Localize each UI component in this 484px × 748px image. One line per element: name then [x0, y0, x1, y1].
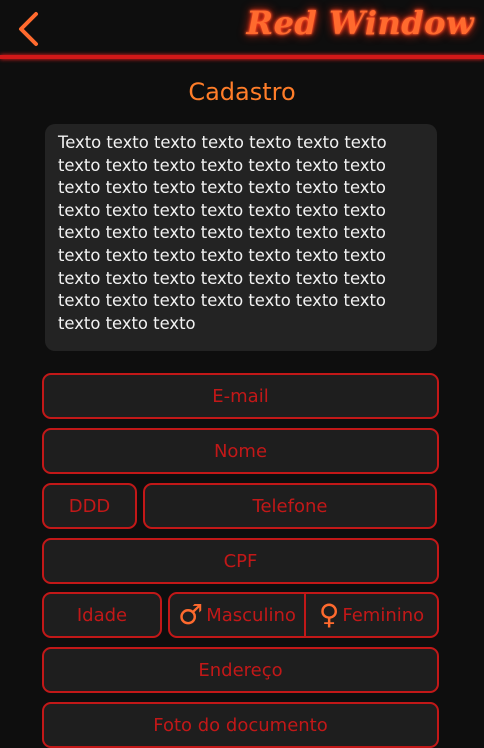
cpf-field[interactable]: CPF	[42, 538, 439, 584]
address-placeholder: Endereço	[198, 659, 283, 681]
ddd-placeholder: DDD	[68, 495, 111, 517]
gender-female-label: Feminino	[342, 604, 425, 626]
brand-logo: Red Window	[246, 4, 474, 42]
gender-male-label: Masculino	[206, 604, 296, 626]
email-field[interactable]: E-mail	[42, 373, 439, 419]
male-icon: ♂	[178, 598, 204, 631]
header-divider	[0, 55, 484, 59]
female-icon: ♀	[318, 598, 340, 631]
gender-selector: ♂ Masculino ♀ Feminino	[168, 592, 439, 638]
cpf-placeholder: CPF	[223, 550, 258, 572]
chevron-left-icon	[19, 12, 38, 46]
name-field[interactable]: Nome	[42, 428, 439, 474]
name-placeholder: Nome	[213, 440, 268, 462]
phone-field[interactable]: Telefone	[143, 483, 437, 529]
age-field[interactable]: Idade	[42, 592, 162, 638]
ddd-field[interactable]: DDD	[42, 483, 137, 529]
info-text-box: Texto texto texto texto texto texto text…	[45, 124, 437, 351]
gender-female-option[interactable]: ♀ Feminino	[306, 594, 437, 636]
address-field[interactable]: Endereço	[42, 647, 439, 693]
phone-placeholder: Telefone	[252, 495, 328, 517]
age-placeholder: Idade	[76, 604, 128, 626]
gender-male-option[interactable]: ♂ Masculino	[170, 594, 306, 636]
app-header: Red Window	[0, 0, 484, 59]
document-photo-field[interactable]: Foto do documento	[42, 702, 439, 748]
back-button[interactable]	[8, 6, 52, 50]
document-photo-placeholder: Foto do documento	[153, 714, 328, 736]
email-placeholder: E-mail	[212, 385, 269, 407]
page-title: Cadastro	[188, 78, 296, 106]
